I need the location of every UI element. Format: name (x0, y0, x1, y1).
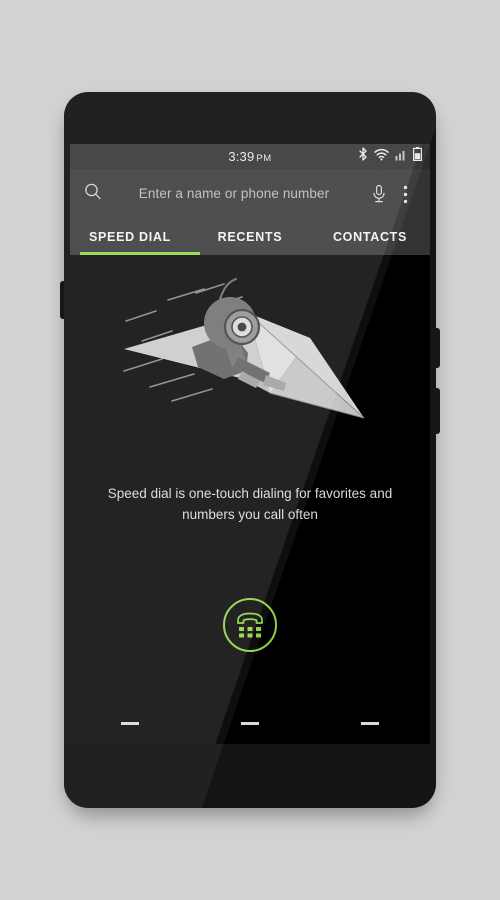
search-placeholder: Enter a name or phone number (138, 186, 330, 201)
search-input[interactable]: Enter a name or phone number (108, 185, 366, 203)
nav-key-back[interactable] (310, 721, 430, 725)
nav-key-recents[interactable] (70, 721, 190, 725)
tab-speed-dial[interactable]: SPEED DIAL (70, 219, 190, 255)
status-bar: 3:39 PM (70, 144, 430, 169)
microphone-icon[interactable] (366, 175, 392, 213)
nav-key-home[interactable] (190, 721, 310, 725)
tab-recents-label: RECENTS (217, 230, 283, 244)
search-bar[interactable]: Enter a name or phone number (70, 169, 430, 219)
phone-screen: 3:39 PM Enter a name or phone number SPE… (70, 144, 430, 744)
clock-ampm: PM (256, 153, 272, 164)
alert-slider[interactable] (60, 281, 68, 319)
paper-airplane-rider-illustration (123, 278, 365, 419)
navigation-bar (70, 702, 430, 744)
nav-key-back-glyph (361, 721, 379, 725)
battery-icon (413, 147, 423, 166)
status-bar-icons (358, 147, 423, 166)
tab-speed-dial-label: SPEED DIAL (88, 230, 171, 244)
tab-recents[interactable]: RECENTS (190, 219, 310, 255)
nav-key-recents-glyph (121, 721, 139, 725)
clock-time: 3:39 (228, 149, 255, 164)
wifi-icon (374, 148, 389, 166)
search-icon[interactable] (82, 181, 104, 208)
tab-contacts-label: CONTACTS (332, 230, 408, 244)
power-button[interactable] (432, 388, 440, 434)
overflow-menu-icon[interactable] (392, 175, 418, 213)
tab-bar: SPEED DIAL RECENTS CONTACTS (70, 219, 430, 255)
empty-state-message: Speed dial is one-touch dialing for favo… (107, 486, 393, 522)
nav-key-home-glyph (241, 721, 259, 725)
tab-contacts[interactable]: CONTACTS (310, 219, 430, 255)
bluetooth-icon (358, 147, 368, 166)
cellular-signal-icon (395, 148, 407, 166)
volume-rocker[interactable] (432, 328, 440, 368)
dialpad-icon (237, 612, 263, 638)
open-dialpad-button[interactable] (223, 598, 277, 652)
speed-dial-empty-state: Speed dial is one-touch dialing for favo… (70, 255, 430, 744)
